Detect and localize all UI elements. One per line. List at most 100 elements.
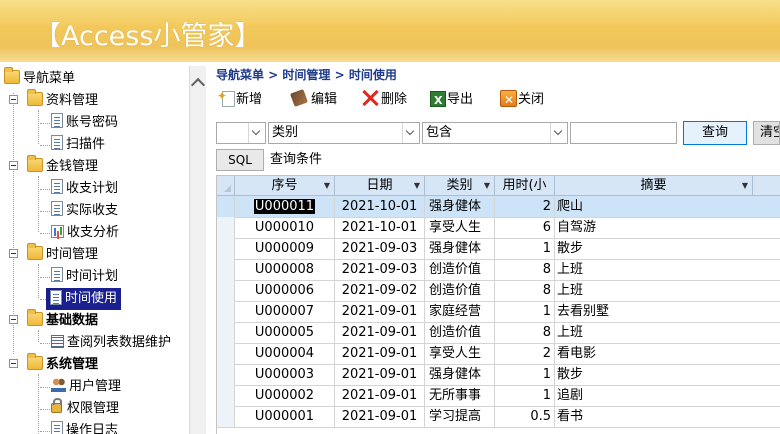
cell-hours[interactable]: 8	[495, 322, 555, 344]
logic-select[interactable]	[216, 122, 266, 144]
cell-date[interactable]: 2021-09-01	[335, 364, 425, 386]
nav-item-accounts[interactable]: 账号密码	[51, 112, 118, 134]
collapse-toggle-icon[interactable]	[9, 249, 18, 258]
nav-scrollbar[interactable]	[189, 66, 206, 434]
table-row[interactable]: U000004 2021-09-01 享受人生 2 看电影	[217, 343, 780, 365]
cell-date[interactable]: 2021-10-01	[335, 196, 425, 218]
cell-hours[interactable]: 1	[495, 364, 555, 386]
cell-summary[interactable]: 散步	[555, 364, 780, 386]
cell-category[interactable]: 学习提高	[425, 406, 495, 428]
close-button[interactable]: 关闭	[500, 88, 544, 112]
cell-date[interactable]: 2021-09-01	[335, 343, 425, 365]
cell-no[interactable]: U000001	[235, 406, 335, 428]
cell-hours[interactable]: 0.5	[495, 406, 555, 428]
cell-category[interactable]: 创造价值	[425, 259, 495, 281]
cell-category[interactable]: 强身健体	[425, 364, 495, 386]
cell-date[interactable]: 2021-09-01	[335, 301, 425, 323]
cell-no[interactable]: U000002	[235, 385, 335, 407]
nav-group-money[interactable]: 金钱管理	[27, 155, 98, 178]
cell-category[interactable]: 创造价值	[425, 322, 495, 344]
query-button[interactable]: 查询	[683, 121, 747, 145]
column-header-date[interactable]: 日期 ▼	[335, 176, 425, 196]
cell-hours[interactable]: 8	[495, 259, 555, 281]
table-row[interactable]: U000002 2021-09-01 无所事事 1 追剧	[217, 385, 780, 407]
nav-group-data[interactable]: 资料管理	[27, 89, 98, 112]
row-selector[interactable]	[217, 406, 235, 428]
nav-item-budget-plan[interactable]: 收支计划	[51, 178, 118, 200]
cell-summary[interactable]: 看电影	[555, 343, 780, 365]
table-row[interactable]: U000008 2021-09-03 创造价值 8 上班	[217, 259, 780, 281]
cell-category[interactable]: 家庭经营	[425, 301, 495, 323]
row-selector[interactable]	[217, 280, 235, 302]
cell-summary[interactable]: 爬山	[555, 196, 780, 218]
nav-item-permissions[interactable]: 权限管理	[51, 398, 119, 420]
nav-group-time[interactable]: 时间管理	[27, 243, 98, 266]
cell-no[interactable]: U000006	[235, 280, 335, 302]
cell-date[interactable]: 2021-10-01	[335, 217, 425, 239]
row-selector[interactable]	[217, 301, 235, 323]
table-row[interactable]: U000001 2021-09-01 学习提高 0.5 看书	[217, 406, 780, 428]
collapse-toggle-icon[interactable]	[9, 161, 18, 170]
keyword-input[interactable]	[570, 122, 677, 144]
table-row[interactable]: U000007 2021-09-01 家庭经营 1 去看别墅	[217, 301, 780, 323]
cell-category[interactable]: 无所事事	[425, 385, 495, 407]
grid-select-all[interactable]	[217, 176, 235, 196]
cell-date[interactable]: 2021-09-03	[335, 259, 425, 281]
cell-summary[interactable]: 自驾游	[555, 217, 780, 239]
cell-summary[interactable]: 追剧	[555, 385, 780, 407]
cell-no[interactable]: U000009	[235, 238, 335, 260]
cell-hours[interactable]: 1	[495, 385, 555, 407]
cell-date[interactable]: 2021-09-02	[335, 280, 425, 302]
new-button[interactable]: 新增	[217, 84, 262, 112]
cell-no[interactable]: U000004	[235, 343, 335, 365]
nav-item-users[interactable]: 用户管理	[51, 376, 121, 398]
column-header-category[interactable]: 类别 ▼	[425, 176, 495, 196]
cell-category[interactable]: 创造价值	[425, 280, 495, 302]
table-row[interactable]: U000005 2021-09-01 创造价值 8 上班	[217, 322, 780, 344]
nav-item-lookup-maintenance[interactable]: 查阅列表数据维护	[51, 332, 171, 354]
field-select[interactable]: 类别	[268, 122, 420, 144]
cell-date[interactable]: 2021-09-03	[335, 238, 425, 260]
sql-button[interactable]: SQL	[216, 149, 264, 171]
cell-hours[interactable]: 1	[495, 238, 555, 260]
nav-item-time-usage[interactable]: 时间使用	[44, 287, 123, 311]
column-header-hours[interactable]: 用时(小	[495, 176, 555, 196]
cell-no[interactable]: U000010	[235, 217, 335, 239]
cell-date[interactable]: 2021-09-01	[335, 406, 425, 428]
table-row[interactable]: U000006 2021-09-02 创造价值 8 上班	[217, 280, 780, 302]
table-row[interactable]: U000003 2021-09-01 强身健体 1 散步	[217, 364, 780, 386]
cell-no[interactable]: U000003	[235, 364, 335, 386]
cell-hours[interactable]: 8	[495, 280, 555, 302]
operator-select[interactable]: 包含	[422, 122, 568, 144]
column-header-summary[interactable]: 摘要 ▼	[555, 176, 753, 196]
nav-group-base-data[interactable]: 基础数据	[27, 309, 98, 332]
cell-summary[interactable]: 去看别墅	[555, 301, 780, 323]
row-selector[interactable]	[217, 238, 235, 260]
nav-group-system[interactable]: 系统管理	[27, 353, 98, 376]
cell-no[interactable]: U000011	[235, 196, 335, 218]
row-selector[interactable]	[217, 364, 235, 386]
cell-summary[interactable]: 散步	[555, 238, 780, 260]
row-selector[interactable]	[217, 343, 235, 365]
cell-no[interactable]: U000007	[235, 301, 335, 323]
scroll-up-icon[interactable]	[190, 77, 206, 93]
cell-hours[interactable]: 1	[495, 301, 555, 323]
nav-item-scans[interactable]: 扫描件	[51, 134, 105, 156]
cell-date[interactable]: 2021-09-01	[335, 322, 425, 344]
cell-hours[interactable]: 6	[495, 217, 555, 239]
clear-button[interactable]: 清空	[753, 121, 780, 145]
cell-no[interactable]: U000008	[235, 259, 335, 281]
cell-category[interactable]: 强身健体	[425, 196, 495, 218]
collapse-toggle-icon[interactable]	[9, 95, 18, 104]
nav-item-actual-budget[interactable]: 实际收支	[51, 200, 118, 222]
delete-button[interactable]: 删除	[360, 88, 407, 112]
cell-category[interactable]: 享受人生	[425, 343, 495, 365]
nav-item-logs[interactable]: 操作日志	[51, 420, 118, 434]
row-selector[interactable]	[217, 196, 235, 218]
edit-button[interactable]: 编辑	[290, 88, 337, 112]
column-header-no[interactable]: 序号 ▼	[235, 176, 335, 196]
nav-item-budget-analysis[interactable]: 收支分析	[51, 222, 119, 244]
cell-category[interactable]: 强身健体	[425, 238, 495, 260]
cell-category[interactable]: 享受人生	[425, 217, 495, 239]
cell-summary[interactable]: 上班	[555, 280, 780, 302]
